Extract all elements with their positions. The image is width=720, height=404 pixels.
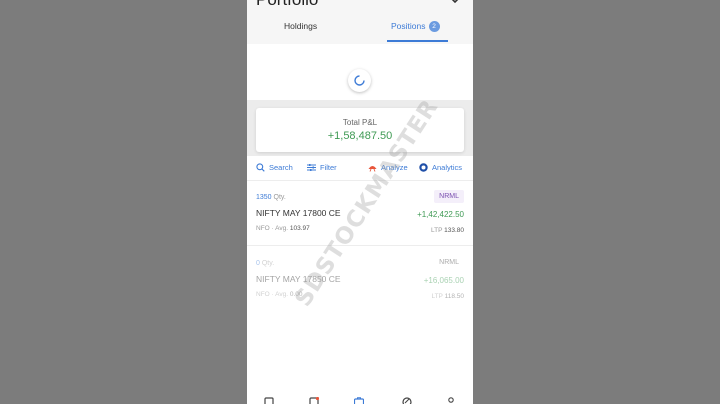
qty-unit: Qty. xyxy=(273,194,286,201)
ltp-value: 133.80 xyxy=(444,227,464,234)
qty-value: 0 xyxy=(256,260,260,267)
search-label: Search xyxy=(269,163,293,172)
active-tab-indicator xyxy=(387,40,448,42)
avg-label: Avg. xyxy=(275,225,289,232)
bids-icon[interactable] xyxy=(402,397,412,404)
position-pnl: +16,065.00 xyxy=(423,276,464,285)
position-ltp: LTP 118.50 xyxy=(431,293,464,300)
tab-positions-label: Positions xyxy=(391,21,426,31)
analyze-icon xyxy=(368,166,377,172)
ltp-value: 118.50 xyxy=(444,293,464,300)
watchlist-icon[interactable] xyxy=(264,397,274,404)
position-row[interactable]: 1350 Qty. NIFTY MAY 17800 CE NFO · Avg. … xyxy=(247,187,473,247)
search-icon xyxy=(256,163,265,172)
total-pnl-card: Total P&L +1,58,487.50 xyxy=(256,108,464,152)
avg-value: 103.97 xyxy=(289,225,310,232)
search-button[interactable]: Search xyxy=(256,163,293,172)
loading-spinner-icon xyxy=(348,69,371,92)
position-symbol: NIFTY MAY 17800 CE xyxy=(256,208,341,218)
position-pnl: +1,42,422.50 xyxy=(417,210,464,219)
product-badge: NRML xyxy=(434,190,464,203)
total-pnl-label: Total P&L xyxy=(342,118,378,127)
qty-unit: Qty. xyxy=(261,260,275,267)
position-meta: NFO · Avg. 103.97 xyxy=(256,225,310,232)
filter-label: Filter xyxy=(320,163,337,172)
app-screen: Portfolio Holdings Positions2 Total P&L … xyxy=(247,0,473,404)
position-meta: NFO · Avg. 0.00 xyxy=(256,291,303,298)
chevron-down-icon[interactable] xyxy=(449,0,461,6)
profile-icon[interactable] xyxy=(446,397,456,404)
position-qty: 0 Qty. xyxy=(256,260,274,267)
filter-button[interactable]: Filter xyxy=(307,163,337,172)
position-row[interactable]: 0 Qty. NIFTY MAY 17850 CE NFO · Avg. 0.0… xyxy=(247,253,473,313)
exchange-label: NFO xyxy=(256,225,270,232)
tab-positions[interactable]: Positions 2 xyxy=(391,21,440,32)
qty-value: 1350 xyxy=(256,194,272,201)
analyze-button[interactable]: Analyze xyxy=(368,163,408,172)
tab-holdings[interactable]: Holdings xyxy=(284,21,317,31)
position-qty: 1350 Qty. xyxy=(256,194,286,201)
refresh-area xyxy=(247,44,473,100)
page-title: Portfolio xyxy=(256,0,318,10)
positions-toolbar: Search Filter Analyze Analytics xyxy=(247,160,473,178)
tab-bar: Holdings Positions 2 xyxy=(247,17,473,44)
tab-holdings-label: Holdings xyxy=(284,21,318,31)
position-symbol: NIFTY MAY 17850 CE xyxy=(256,274,341,284)
analytics-button[interactable]: Analytics xyxy=(419,163,462,172)
analytics-label: Analytics xyxy=(432,163,463,172)
product-badge: NRML xyxy=(439,259,459,266)
analyze-label: Analyze xyxy=(381,163,408,172)
divider xyxy=(247,245,473,246)
portfolio-icon[interactable] xyxy=(354,397,364,404)
avg-label: Avg. xyxy=(275,291,289,298)
analytics-icon xyxy=(419,163,428,172)
ltp-label: LTP xyxy=(431,293,443,300)
positions-count-badge: 2 xyxy=(428,21,440,32)
exchange-label: NFO xyxy=(256,291,270,298)
orders-icon[interactable] xyxy=(309,397,319,404)
bottom-nav xyxy=(247,393,473,404)
ltp-label: LTP xyxy=(430,227,443,234)
divider xyxy=(247,180,473,181)
total-pnl-value: +1,58,487.50 xyxy=(327,130,393,142)
position-ltp: LTP 133.80 xyxy=(431,227,464,234)
header: Portfolio Holdings Positions2 xyxy=(247,0,473,44)
avg-value: 0.00 xyxy=(289,291,303,298)
filter-icon xyxy=(307,164,316,171)
